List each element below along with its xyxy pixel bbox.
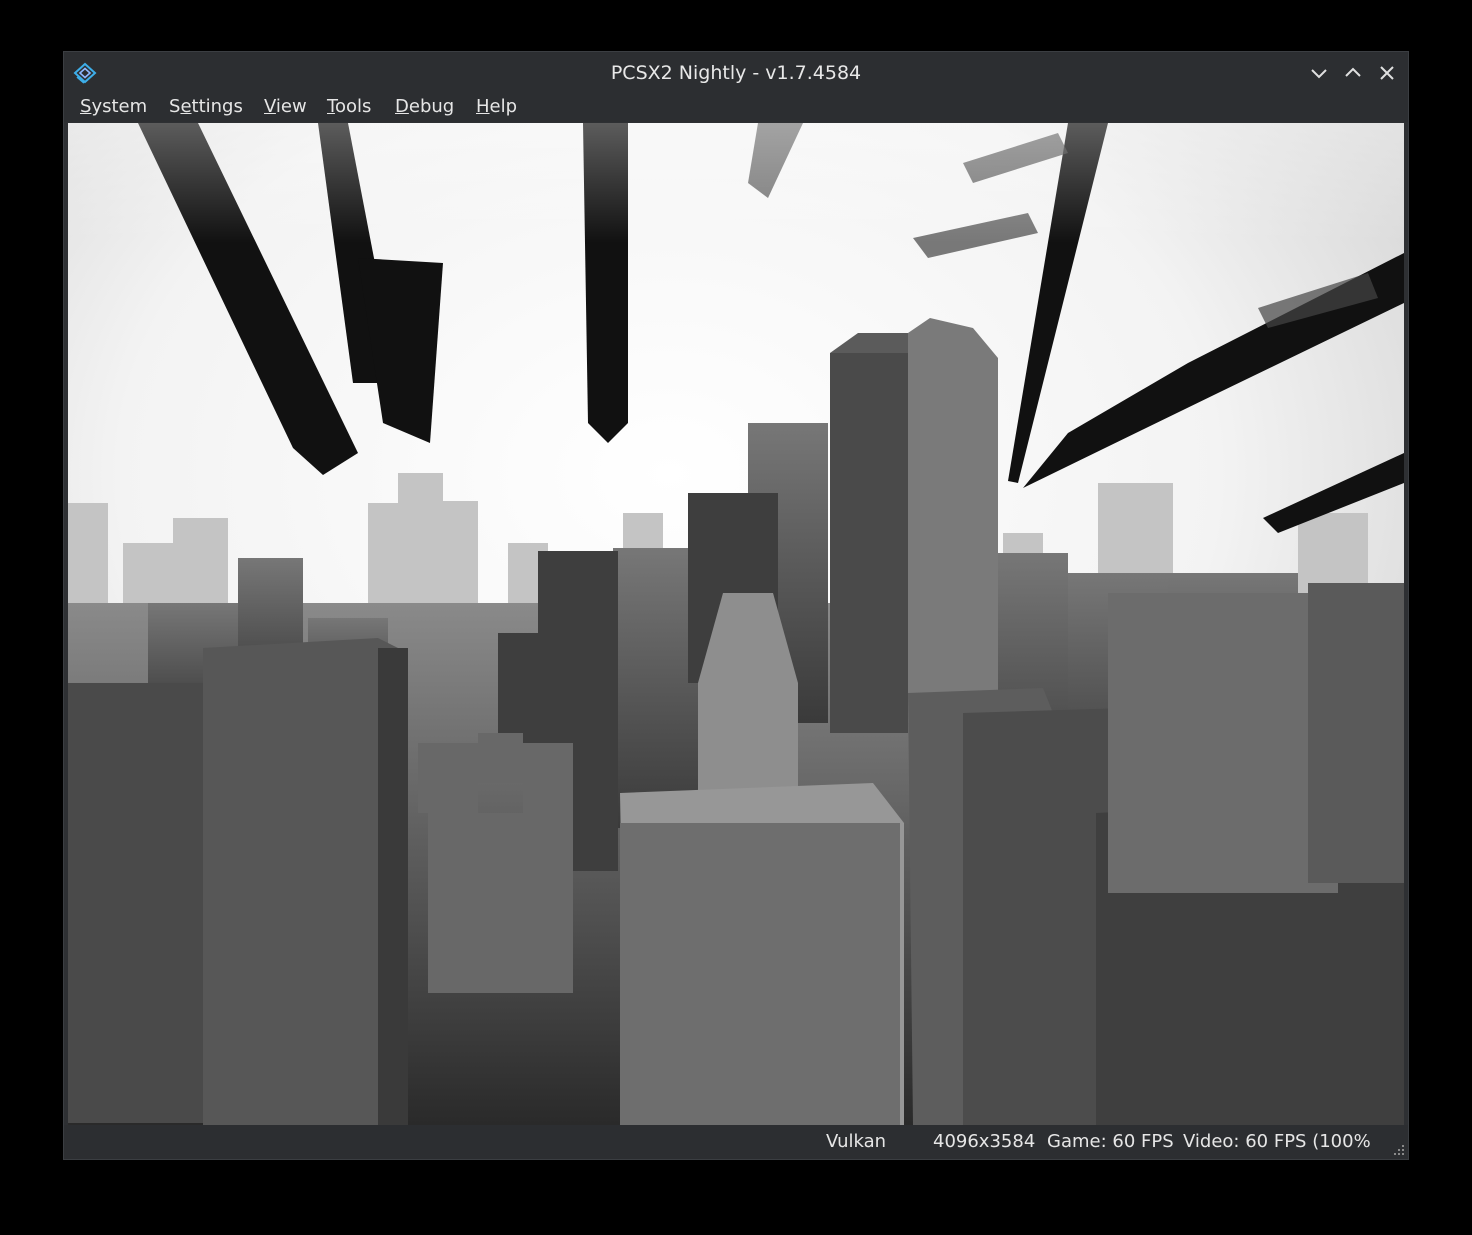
menu-system[interactable]: System	[80, 94, 147, 122]
menu-bar: System Settings View Tools Debug Help	[64, 94, 1408, 122]
game-fps-label: Game: 60 FPS	[1047, 1131, 1174, 1152]
video-fps-label: Video: 60 FPS (100%	[1183, 1131, 1371, 1152]
menu-tools[interactable]: Tools	[327, 94, 371, 122]
emulator-window: PCSX2 Nightly - v1.7.4584 System Setting…	[64, 52, 1408, 1159]
menu-view[interactable]: View	[264, 94, 307, 122]
resolution-label: 4096x3584	[933, 1131, 1036, 1152]
chevron-up-icon[interactable]	[1342, 62, 1364, 84]
chevron-down-icon[interactable]	[1308, 62, 1330, 84]
resize-grip-icon[interactable]	[1390, 1141, 1406, 1157]
status-bar: Vulkan 4096x3584 Game: 60 FPS Video: 60 …	[64, 1125, 1408, 1159]
menu-settings[interactable]: Settings	[169, 94, 243, 122]
window-title: PCSX2 Nightly - v1.7.4584	[610, 62, 862, 84]
game-scene-image	[68, 123, 1404, 1125]
title-bar[interactable]: PCSX2 Nightly - v1.7.4584	[64, 52, 1408, 94]
game-render-area[interactable]	[68, 123, 1404, 1125]
menu-help[interactable]: Help	[476, 94, 517, 122]
renderer-label: Vulkan	[826, 1131, 887, 1152]
menu-debug[interactable]: Debug	[395, 94, 454, 122]
close-icon[interactable]	[1376, 62, 1398, 84]
